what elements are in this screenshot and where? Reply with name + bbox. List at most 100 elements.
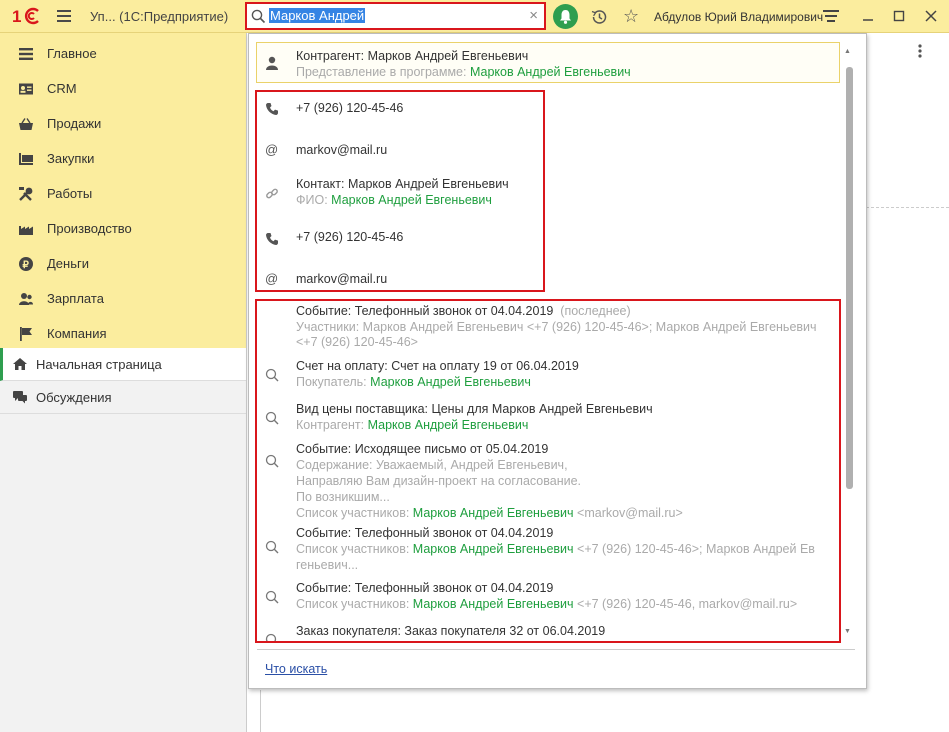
section-company[interactable]: Компания [0, 316, 246, 351]
result-subtitle: Представление в программе: Марков Андрей… [296, 65, 631, 79]
section-production[interactable]: Производство [0, 211, 246, 246]
history-icon[interactable] [590, 8, 608, 26]
at-icon: @ [265, 271, 279, 286]
result-phone[interactable]: +7 (926) 120-45-46 [255, 228, 841, 254]
result-counterparty-content: Контрагент: Марков Андрей Евгеньевич Пре… [255, 42, 841, 83]
section-works[interactable]: Работы [0, 176, 246, 211]
result-field-label: Список участников: [296, 542, 410, 556]
result-title: Событие: Исходящее письмо от 05.04.2019 [296, 442, 549, 456]
result-title: Вид цены поставщика: Цены для Марков Анд… [296, 402, 653, 416]
search-results-popup: Контрагент: Марков Андрей Евгеньевич Пре… [248, 33, 867, 689]
result-customer-order[interactable]: Заказ покупателя: Заказ покупателя 32 от… [255, 623, 841, 641]
user-name[interactable]: Абдулов Юрий Владимирович [654, 10, 823, 24]
search-icon [265, 590, 279, 604]
content-strip [260, 690, 949, 732]
result-field-label: Список участников: [296, 597, 410, 611]
global-search-field[interactable]: Марков Андрей × [245, 2, 546, 30]
result-outgoing-letter[interactable]: Событие: Исходящее письмо от 05.04.2019 … [255, 441, 841, 521]
crm-icon [18, 81, 34, 97]
result-subtitle: Контрагент: Марков Андрей Евгеньевич [296, 418, 528, 432]
result-field-rest: <markov@mail.ru> [577, 506, 683, 520]
result-title: Событие: Телефонный звонок от 04.04.2019 [296, 581, 554, 595]
result-subtitle: Направляю Вам дизайн-проект на согласова… [296, 474, 582, 488]
result-event[interactable]: Событие: Телефонный звонок от 04.04.2019… [255, 304, 841, 352]
result-subtitle: Список участников: Марков Андрей Евгенье… [296, 597, 797, 611]
result-email[interactable]: @ markov@mail.ru [255, 141, 841, 167]
result-field-label: Контрагент: [296, 418, 365, 432]
maximize-icon[interactable] [891, 8, 907, 24]
favorites-star-icon[interactable]: ☆ [623, 6, 639, 27]
section-sales[interactable]: Продажи [0, 106, 246, 141]
result-phone-call[interactable]: Событие: Телефонный звонок от 04.04.2019… [255, 525, 841, 573]
top-bar: 1 Уп... (1С:Предприятие) Марков Андрей ×… [0, 0, 949, 33]
result-phone[interactable]: +7 (926) 120-45-46 [255, 98, 841, 124]
section-money[interactable]: ₽ Деньги [0, 246, 246, 281]
search-icon [251, 9, 266, 24]
result-suffix: (последнее) [560, 304, 631, 318]
result-field-value: Марков Андрей Евгеньевич [469, 65, 631, 79]
result-field-label: Представление в программе: [296, 65, 467, 79]
result-subtitle: Покупатель: Марков Андрей Евгеньевич [296, 375, 531, 389]
scrollbar-thumb[interactable] [846, 67, 853, 489]
scroll-up-arrow-icon[interactable]: ▲ [844, 48, 851, 55]
phone-icon [265, 232, 279, 246]
money-icon: ₽ [18, 256, 34, 272]
result-title: +7 (926) 120-45-46 [296, 101, 404, 115]
scroll-down-arrow-icon[interactable]: ▼ [844, 628, 851, 635]
nav-discussions[interactable]: Обсуждения [0, 381, 246, 414]
section-crm[interactable]: CRM [0, 71, 246, 106]
hamburger-icon [18, 46, 34, 62]
app-title: Уп... (1С:Предприятие) [90, 9, 229, 24]
result-price-type[interactable]: Вид цены поставщика: Цены для Марков Анд… [255, 401, 841, 435]
close-icon[interactable] [923, 8, 939, 24]
more-actions-icon[interactable] [918, 44, 922, 58]
result-field-rest: <+7 (926) 120-45-46, markov@mail.ru> [577, 597, 798, 611]
nav-home-page[interactable]: Начальная страница [0, 348, 246, 381]
result-contact[interactable]: Контакт: Марков Андрей Евгеньевич ФИО: М… [255, 176, 841, 212]
result-subtitle: Участники: Марков Андрей Евгеньевич <+7 … [296, 320, 817, 334]
search-icon [265, 633, 279, 641]
chat-icon [12, 389, 28, 405]
result-email[interactable]: @ markov@mail.ru [255, 270, 841, 296]
result-invoice[interactable]: Счет на оплату: Счет на оплату 19 от 06.… [255, 358, 841, 392]
section-label: Работы [47, 186, 93, 201]
result-title: Событие: Телефонный звонок от 04.04.2019 [296, 526, 554, 540]
search-icon [265, 454, 279, 468]
result-title-line: Событие: Телефонный звонок от 04.04.2019… [296, 304, 631, 318]
result-title: Событие: Телефонный звонок от 04.04.2019 [296, 304, 554, 318]
section-label: Продажи [47, 116, 102, 131]
what-to-search-link[interactable]: Что искать [265, 662, 327, 676]
sidebar: Главное CRM Продажи Закупки Работы Произ… [0, 33, 247, 732]
result-subtitle: геньевич... [296, 558, 359, 572]
settings-menu-icon[interactable] [823, 8, 839, 24]
result-field-label: Покупатель: [296, 375, 367, 389]
result-title: markov@mail.ru [296, 272, 388, 286]
clear-icon[interactable]: × [529, 7, 538, 24]
result-field-label: Список участников: [296, 506, 410, 520]
result-field-rest: <+7 (926) 120-45-46>; Марков Андрей Ев [577, 542, 815, 556]
section-label: Закупки [47, 151, 95, 166]
result-field-value: Марков Андрей Евгеньевич [412, 506, 574, 520]
result-phone-call[interactable]: Событие: Телефонный звонок от 04.04.2019… [255, 580, 841, 614]
main-menu-icon[interactable] [57, 10, 71, 22]
notifications-bell-icon[interactable] [553, 4, 578, 29]
section-purchases[interactable]: Закупки [0, 141, 246, 176]
search-input[interactable]: Марков Андрей [269, 8, 519, 26]
section-label: Главное [47, 46, 97, 61]
sidebar-empty-area [0, 414, 246, 732]
section-label: Компания [47, 326, 107, 341]
1c-logo-icon: 1 [12, 6, 44, 26]
section-main[interactable]: Главное [0, 36, 246, 71]
factory-icon [18, 221, 34, 237]
section-label: Производство [47, 221, 132, 236]
section-salary[interactable]: Зарплата [0, 281, 246, 316]
flag-icon [18, 326, 34, 342]
svg-text:₽: ₽ [23, 260, 30, 271]
nav-label: Обсуждения [36, 389, 112, 405]
link-icon [265, 187, 279, 201]
section-label: Зарплата [47, 291, 104, 306]
result-title: Контакт: Марков Андрей Евгеньевич [296, 177, 509, 191]
minimize-icon[interactable] [860, 8, 876, 24]
divider [866, 207, 949, 208]
result-field-value: Марков Андрей Евгеньевич [412, 597, 574, 611]
